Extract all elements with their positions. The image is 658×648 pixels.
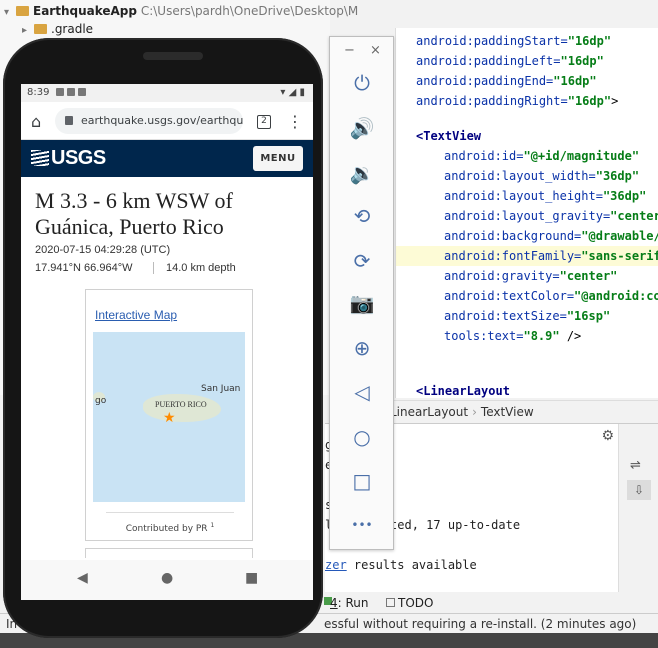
phone-frame: 8:39 ▾ ◢ ▮ ⌂ earthquake.usgs.gov/earthqu… <box>3 38 323 638</box>
code-line[interactable]: android:textSize="16sp" <box>444 306 610 326</box>
code-line[interactable]: android:textColor="@android:col <box>444 286 658 306</box>
rotate-left-icon[interactable]: ⟲ <box>346 200 378 232</box>
soft-wrap-icon[interactable]: ⇌ <box>630 458 641 473</box>
code-line[interactable]: android:layout_height="36dp" <box>444 186 646 206</box>
map-label: San Juan <box>201 384 241 394</box>
more-icon[interactable]: ••• <box>346 509 378 541</box>
volume-up-icon[interactable]: 🔊 <box>346 112 378 144</box>
lock-icon <box>65 116 73 125</box>
code-line[interactable]: android:id="@+id/magnitude" <box>444 146 639 166</box>
power-icon[interactable]: ⏻ <box>346 67 378 99</box>
tree-item-gradle[interactable]: ▸ .gradle <box>22 20 93 38</box>
close-button[interactable]: × <box>370 43 381 58</box>
code-line[interactable]: <LinearLayout <box>416 381 510 401</box>
home-button-icon[interactable]: ● <box>161 570 173 586</box>
run-output-text: results available <box>346 558 477 572</box>
site-header: USGS MENU <box>21 140 313 177</box>
map-image[interactable]: go PUERTO RICO San Juan ★ <box>93 332 245 502</box>
tool-window-tabs: 4: Run TODO <box>320 592 658 614</box>
phone-speaker <box>143 52 203 60</box>
notification-icon <box>55 88 64 96</box>
expand-arrow-icon[interactable]: ▸ <box>22 22 34 40</box>
run-toolbar: ⇌ ⇩ <box>618 424 658 594</box>
back-icon[interactable]: ◁ <box>346 376 378 408</box>
more-options-icon[interactable]: ⋮ <box>287 112 303 131</box>
code-line[interactable]: android:background="@drawable/m <box>444 226 658 246</box>
camera-icon[interactable]: 📷 <box>346 287 378 319</box>
status-time: 8:39 <box>27 87 50 98</box>
code-editor[interactable]: android:paddingStart="16dp" android:paddi… <box>395 28 658 398</box>
event-location: 17.941°N 66.964°W <box>35 262 133 274</box>
breadcrumb-item[interactable]: LinearLayout <box>390 405 468 419</box>
phone-screen[interactable]: 8:39 ▾ ◢ ▮ ⌂ earthquake.usgs.gov/earthqu… <box>21 84 313 600</box>
code-line[interactable]: android:layout_width="36dp" <box>444 166 639 186</box>
map-label: PUERTO RICO <box>155 400 207 409</box>
tree-root[interactable]: ▾ EarthquakeApp C:\Users\pardh\OneDrive\D… <box>4 2 358 20</box>
folder-icon <box>16 6 29 16</box>
notification-icon <box>66 88 75 96</box>
code-line[interactable]: <TextView <box>416 126 481 146</box>
code-line[interactable]: android:gravity="center" <box>444 266 617 286</box>
code-line[interactable]: android:layout_gravity="center_ <box>444 206 658 226</box>
project-name: EarthquakeApp <box>33 4 137 18</box>
event-time: 2020-07-15 04:29:28 (UTC) <box>35 244 171 256</box>
page-title: M 3.3 - 6 km WSW of Guánica, Puerto Rico <box>35 188 233 239</box>
tab-switcher-button[interactable]: 2 <box>257 115 271 129</box>
rotate-right-icon[interactable]: ⟳ <box>346 245 378 277</box>
code-line[interactable]: android:paddingEnd="16dp" <box>416 71 597 91</box>
interactive-map-link[interactable]: Interactive Map <box>95 308 177 322</box>
status-icons: ▾ ◢ ▮ <box>280 87 305 98</box>
url-text: earthquake.usgs.gov/earthqua <box>81 114 243 127</box>
emulator-toolbar: − × ⏻ 🔊 🔉 ⟲ ⟳ 📷 ⊕ ◁ ○ □ ••• <box>329 36 394 550</box>
volume-down-icon[interactable]: 🔉 <box>346 157 378 189</box>
android-status-bar: 8:39 ▾ ◢ ▮ <box>21 84 313 102</box>
run-output-line: zer results available <box>325 558 477 572</box>
overview-icon[interactable]: □ <box>346 465 378 497</box>
next-card <box>85 548 253 558</box>
settings-icon[interactable]: ⚙ <box>601 428 614 444</box>
code-line[interactable]: tools:text="8.9" /> <box>444 326 581 346</box>
project-path: C:\Users\pardh\OneDrive\Desktop\M <box>140 4 359 18</box>
code-line[interactable]: android:paddingStart="16dp" <box>416 31 611 51</box>
breadcrumb-item[interactable]: TextView <box>481 405 534 419</box>
browser-toolbar: ⌂ earthquake.usgs.gov/earthqua 2 ⋮ <box>21 102 313 140</box>
android-nav-bar: ◀ ● ■ <box>21 560 313 600</box>
divider <box>106 512 234 513</box>
folder-label: .gradle <box>51 22 94 36</box>
home-icon[interactable]: ○ <box>346 421 378 453</box>
code-line[interactable]: android:paddingRight="16dp"> <box>416 91 618 111</box>
breadcrumb: LinearLayout › TextView <box>380 400 658 422</box>
analyzer-link[interactable]: zer <box>325 558 347 572</box>
map-label: go <box>95 396 107 406</box>
usgs-logo[interactable]: USGS <box>31 147 106 170</box>
todo-icon <box>386 598 395 607</box>
notification-icon <box>77 88 86 96</box>
contributor-text: Contributed by PR 1 <box>125 522 215 534</box>
tab-run[interactable]: 4: Run <box>330 592 369 614</box>
tab-todo[interactable]: TODO <box>398 592 433 614</box>
event-depth: 14.0 km depth <box>153 262 236 274</box>
back-icon[interactable]: ◀ <box>77 570 88 586</box>
menu-button[interactable]: MENU <box>253 146 303 171</box>
url-bar[interactable]: earthquake.usgs.gov/earthqua <box>55 108 243 134</box>
code-line[interactable]: android:fontFamily="sans-serif- <box>396 246 658 266</box>
folder-icon <box>34 24 47 34</box>
status-text-right: essful without requiring a re-install. (… <box>324 617 637 631</box>
usgs-wave-icon <box>31 150 49 166</box>
recents-icon[interactable]: ■ <box>245 570 258 586</box>
map-card: Interactive Map go PUERTO RICO San Juan … <box>85 289 253 541</box>
home-icon[interactable]: ⌂ <box>31 112 41 131</box>
zoom-icon[interactable]: ⊕ <box>346 332 378 364</box>
epicenter-star-icon: ★ <box>163 410 176 426</box>
code-line[interactable]: android:paddingLeft="16dp" <box>416 51 604 71</box>
minimize-button[interactable]: − <box>344 43 355 58</box>
scroll-end-icon[interactable]: ⇩ <box>627 480 651 500</box>
expand-arrow-icon[interactable]: ▾ <box>4 4 16 22</box>
